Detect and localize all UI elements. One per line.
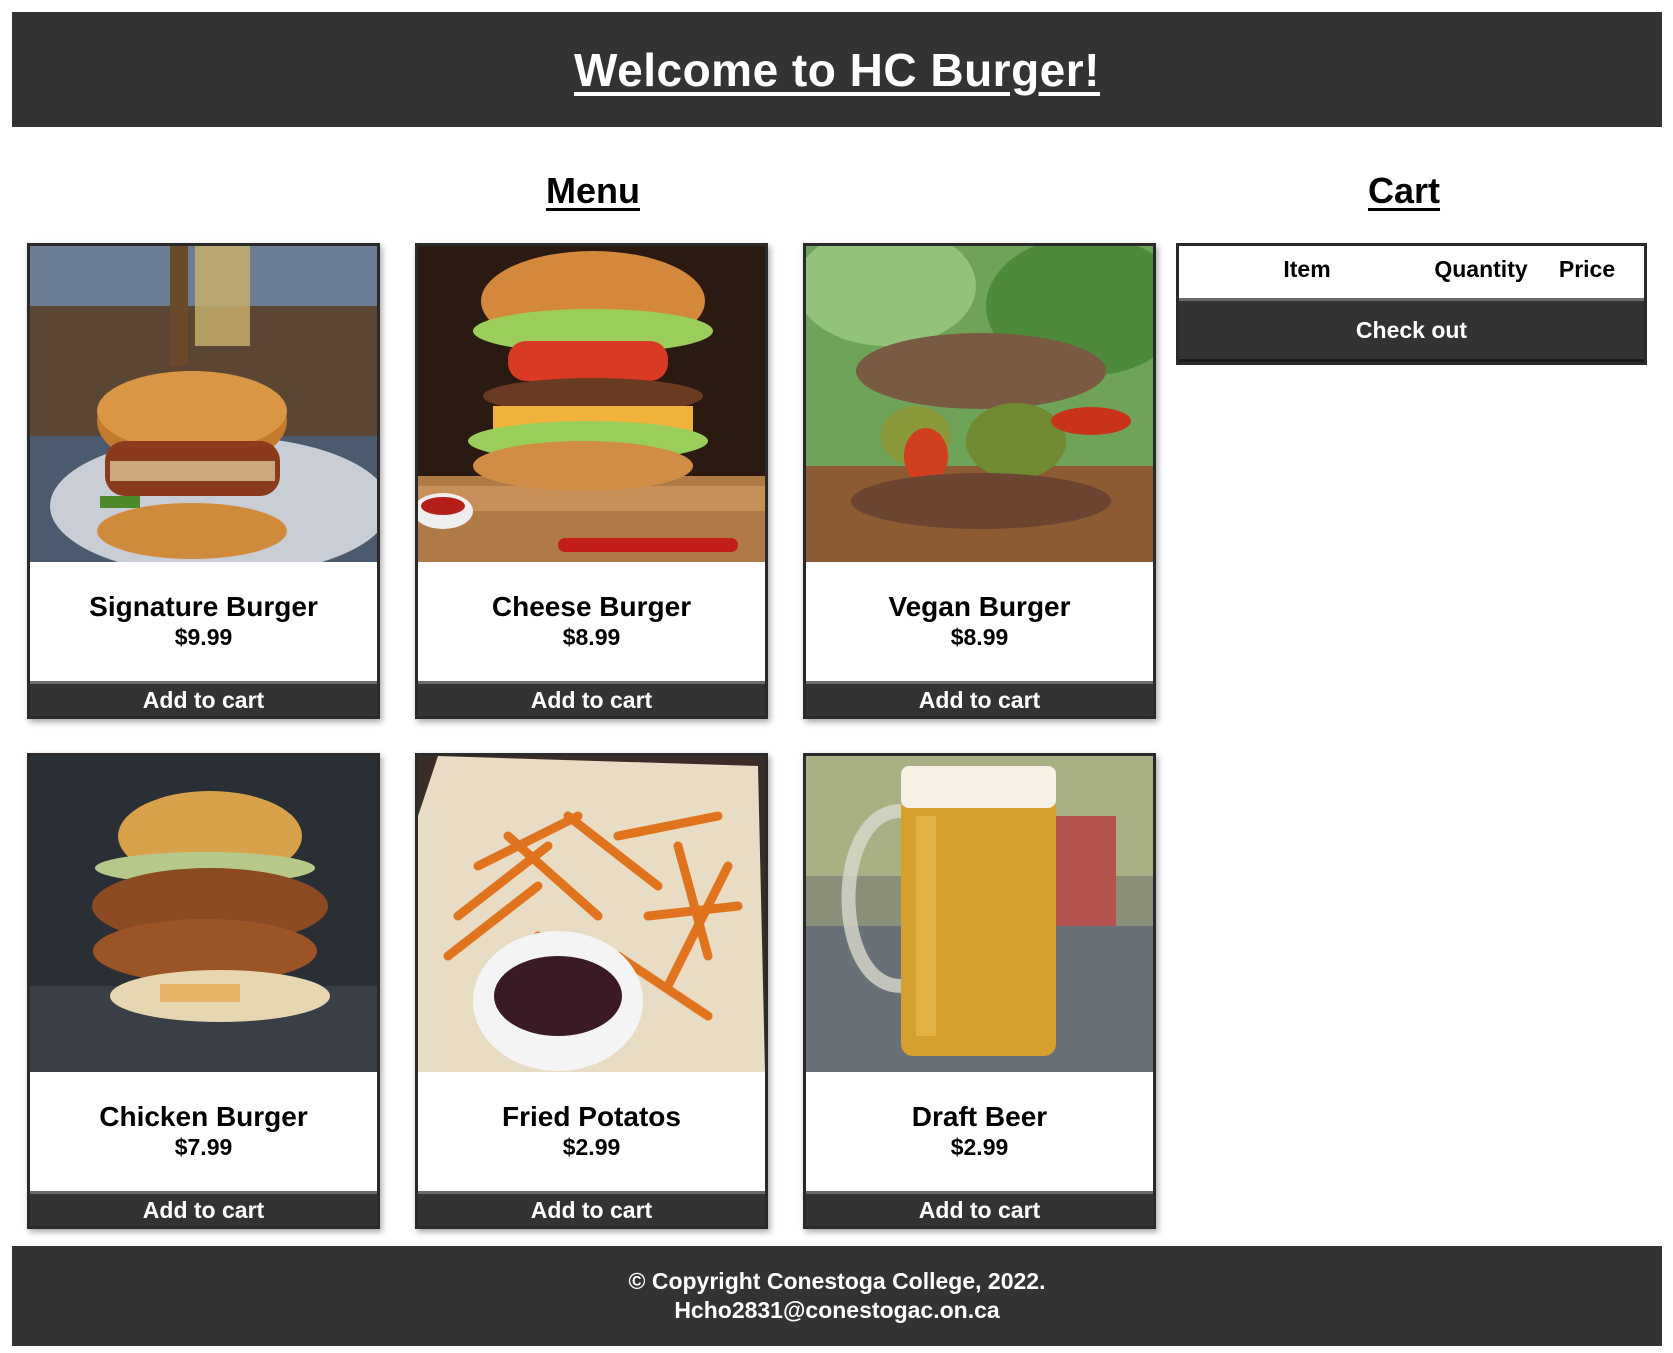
footer-email: Hcho2831@conestogac.on.ca — [674, 1297, 1000, 1323]
site-title: Welcome to HC Burger! — [574, 43, 1100, 96]
item-name: Vegan Burger — [888, 590, 1071, 622]
add-to-cart-button[interactable]: Add to cart — [418, 681, 765, 716]
add-to-cart-button[interactable]: Add to cart — [806, 681, 1153, 716]
cart-title: Cart — [1367, 170, 1441, 211]
site-header: Welcome to HC Burger! — [12, 12, 1662, 127]
draft-beer-photo — [806, 756, 1153, 1072]
item-name: Draft Beer — [911, 1100, 1048, 1132]
fried-potatoes-photo — [418, 756, 765, 1072]
chicken-burger-photo — [30, 756, 377, 1072]
menu-card-signature-burger: Signature Burger $9.99 Add to cart — [27, 243, 380, 719]
add-to-cart-button[interactable]: Add to cart — [418, 1191, 765, 1226]
footer-copyright: © Copyright Conestoga College, 2022. — [628, 1268, 1046, 1294]
item-price: $8.99 — [562, 623, 621, 650]
item-price: $2.99 — [950, 1133, 1009, 1160]
item-price: $2.99 — [562, 1133, 621, 1160]
signature-burger-photo — [30, 246, 377, 562]
vegan-burger-photo — [806, 246, 1153, 562]
cart-column-item: Item — [1283, 256, 1331, 282]
menu-card-draft-beer: Draft Beer $2.99 Add to cart — [803, 753, 1156, 1229]
cheese-burger-photo — [418, 246, 765, 562]
menu-card-chicken-burger: Chicken Burger $7.99 Add to cart — [27, 753, 380, 1229]
item-name: Fried Potatos — [502, 1100, 681, 1132]
item-name: Cheese Burger — [491, 590, 692, 622]
cart-column-quantity: Quantity — [1434, 256, 1528, 282]
add-to-cart-button[interactable]: Add to cart — [30, 1191, 377, 1226]
add-to-cart-button[interactable]: Add to cart — [806, 1191, 1153, 1226]
menu-card-vegan-burger: Vegan Burger $8.99 Add to cart — [803, 243, 1156, 719]
item-name: Chicken Burger — [99, 1100, 308, 1132]
menu-card-cheese-burger: Cheese Burger $8.99 Add to cart — [415, 243, 768, 719]
item-name: Signature Burger — [89, 590, 318, 622]
cart-table-header: Item Quantity Price — [1179, 246, 1644, 298]
cart-column-price: Price — [1558, 256, 1616, 282]
item-price: $7.99 — [174, 1133, 233, 1160]
cart-panel: Item Quantity Price Check out — [1176, 243, 1647, 365]
add-to-cart-button[interactable]: Add to cart — [30, 681, 377, 716]
menu-card-fried-potatos: Fried Potatos $2.99 Add to cart — [415, 753, 768, 1229]
checkout-button[interactable]: Check out — [1179, 298, 1644, 362]
item-price: $8.99 — [950, 623, 1009, 650]
menu-title: Menu — [546, 170, 640, 211]
item-price: $9.99 — [174, 623, 233, 650]
site-footer: © Copyright Conestoga College, 2022. Hch… — [12, 1246, 1662, 1346]
